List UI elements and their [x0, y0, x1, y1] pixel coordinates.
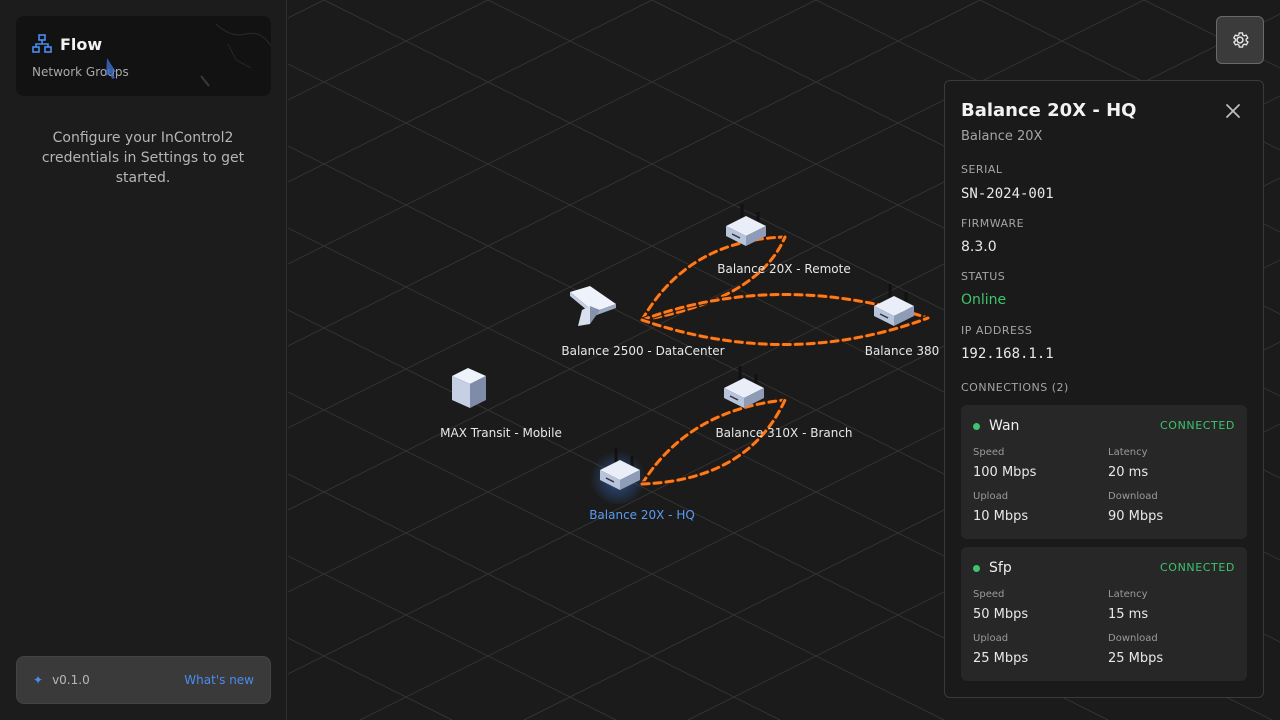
status-dot: [973, 423, 980, 430]
connection-card-sfp: Sfp CONNECTED Speed 50 Mbps Latency 15 m…: [961, 547, 1247, 681]
serial-value: SN-2024-001: [961, 186, 1054, 202]
node-label-max-transit[interactable]: MAX Transit - Mobile: [440, 426, 562, 440]
speed-label: Speed: [973, 589, 1005, 600]
panel-title: Balance 20X - HQ: [961, 100, 1137, 121]
upload-value: 10 Mbps: [973, 509, 1029, 524]
router-icon[interactable]: [720, 364, 768, 416]
version-bar: ✦ v0.1.0 What's new: [16, 656, 271, 704]
status-label: STATUS: [961, 270, 1006, 283]
cursor-icon: [106, 58, 116, 79]
sidebar: Flow Network Groups Configure your InCon…: [0, 0, 287, 720]
close-icon[interactable]: [1223, 101, 1243, 121]
gear-icon: [1233, 32, 1249, 48]
brand-texture: [200, 23, 271, 87]
serial-label: SERIAL: [961, 163, 1003, 176]
upload-label: Upload: [973, 491, 1009, 502]
network-tree-icon: [32, 34, 52, 54]
speed-value: 50 Mbps: [973, 607, 1029, 622]
version-label: v0.1.0: [52, 673, 90, 687]
device-detail-panel: Balance 20X - HQ Balance 20X SERIAL SN-2…: [944, 80, 1264, 698]
node-label-hq[interactable]: Balance 20X - HQ: [589, 508, 695, 522]
node-label-datacenter[interactable]: Balance 2500 - DataCenter: [561, 344, 724, 358]
upload-value: 25 Mbps: [973, 651, 1029, 666]
ip-label: IP ADDRESS: [961, 324, 1033, 337]
ip-value: 192.168.1.1: [961, 346, 1054, 362]
download-label: Download: [1108, 491, 1158, 502]
firmware-value: 8.3.0: [961, 239, 997, 255]
router-icon[interactable]: [870, 282, 918, 334]
speed-label: Speed: [973, 447, 1005, 458]
download-value: 25 Mbps: [1108, 651, 1164, 666]
app-title: Flow: [60, 34, 103, 54]
latency-label: Latency: [1108, 447, 1148, 458]
router-icon[interactable]: [588, 440, 652, 504]
datacenter-appliance-icon[interactable]: [564, 282, 620, 332]
cube-device-icon[interactable]: [448, 364, 492, 414]
router-icon[interactable]: [722, 200, 770, 252]
whats-new-link[interactable]: What's new: [184, 673, 254, 687]
firmware-label: FIRMWARE: [961, 217, 1025, 230]
node-label-remote[interactable]: Balance 20X - Remote: [717, 262, 850, 276]
device-model: Balance 20X: [961, 129, 1043, 144]
connection-name: Sfp: [989, 560, 1012, 576]
latency-label: Latency: [1108, 589, 1148, 600]
node-label-380[interactable]: Balance 380: [865, 344, 940, 358]
connection-name: Wan: [989, 418, 1020, 434]
connection-status-badge: CONNECTED: [1160, 419, 1235, 432]
latency-value: 20 ms: [1108, 465, 1149, 480]
node-label-branch[interactable]: Balance 310X - Branch: [715, 426, 852, 440]
download-value: 90 Mbps: [1108, 509, 1164, 524]
connection-card-wan: Wan CONNECTED Speed 100 Mbps Latency 20 …: [961, 405, 1247, 539]
config-message: Configure your InControl2 credentials in…: [41, 130, 245, 186]
upload-label: Upload: [973, 633, 1009, 644]
connections-label: CONNECTIONS (2): [961, 381, 1069, 394]
sparkle-icon: ✦: [33, 673, 44, 687]
settings-button[interactable]: [1216, 16, 1264, 64]
download-label: Download: [1108, 633, 1158, 644]
status-value: Online: [961, 292, 1007, 308]
speed-value: 100 Mbps: [973, 465, 1037, 480]
status-dot: [973, 565, 980, 572]
latency-value: 15 ms: [1108, 607, 1149, 622]
brand-card: Flow Network Groups: [16, 16, 271, 96]
connection-status-badge: CONNECTED: [1160, 561, 1235, 574]
